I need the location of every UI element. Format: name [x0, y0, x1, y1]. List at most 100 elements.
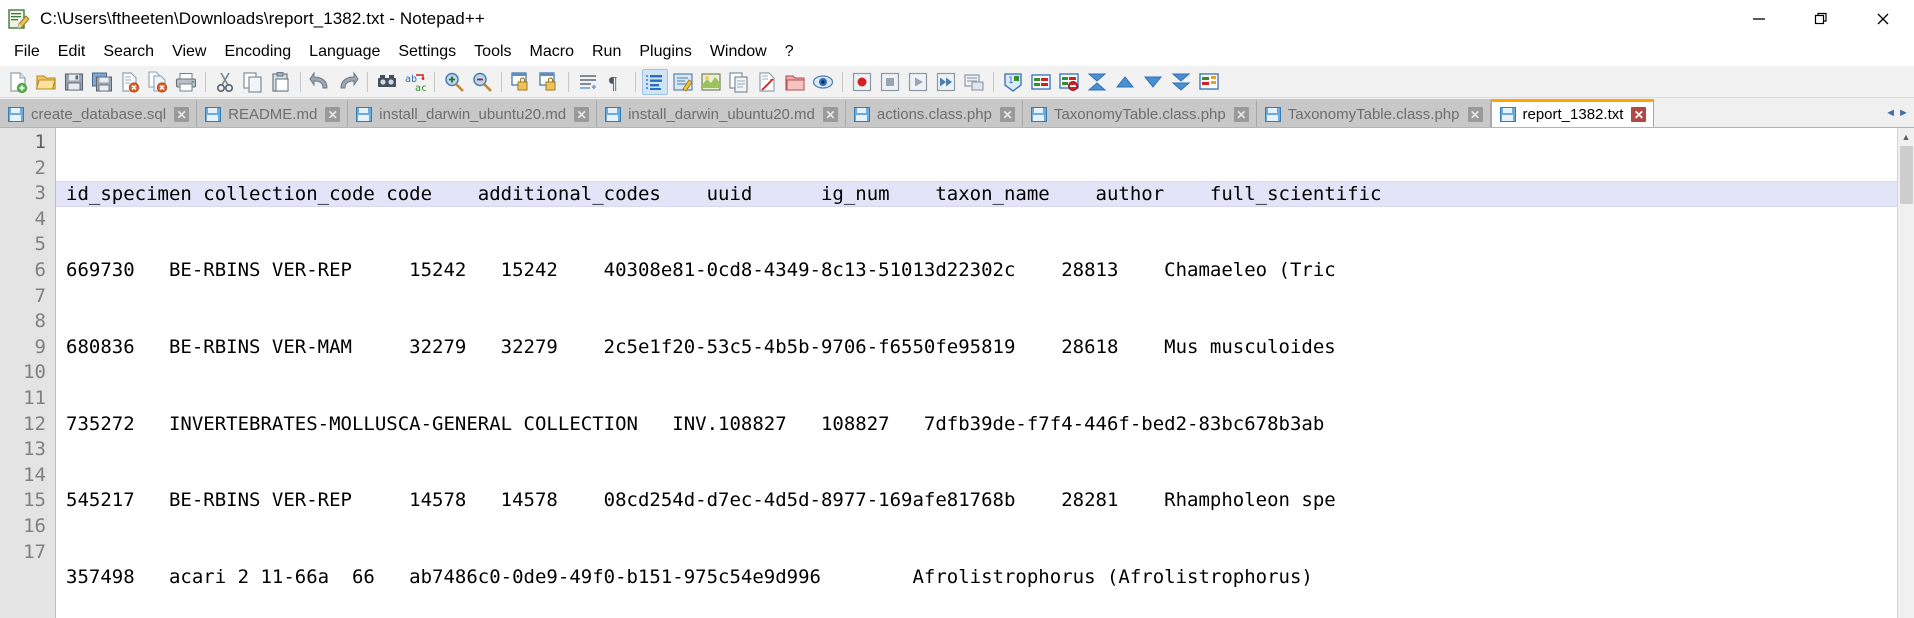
tab-scroll-right-icon[interactable]: ►: [1898, 107, 1909, 119]
tab-list: create_database.sql ✕ README.md ✕: [0, 97, 1880, 127]
toolbar-separator: [300, 72, 301, 92]
tab-close-icon[interactable]: ✕: [174, 107, 189, 122]
bookmark-clear-icon[interactable]: [1056, 69, 1082, 95]
menu-item-macro[interactable]: Macro: [521, 41, 583, 63]
restore-button[interactable]: [1790, 0, 1852, 38]
tab-actions-class-php[interactable]: actions.class.php ✕: [846, 99, 1023, 127]
document-map-icon[interactable]: [698, 69, 724, 95]
cut-icon[interactable]: [212, 69, 238, 95]
code-text-area[interactable]: id_specimen collection_code code additio…: [56, 128, 1914, 618]
zoom-in-icon[interactable]: [441, 69, 467, 95]
zoom-out-icon[interactable]: [469, 69, 495, 95]
tab-close-icon[interactable]: ✕: [1468, 107, 1483, 122]
tab-close-icon[interactable]: ✕: [823, 107, 838, 122]
tab-label: actions.class.php: [877, 106, 992, 123]
menu-item-plugins[interactable]: Plugins: [630, 41, 700, 63]
macro-save-icon[interactable]: [961, 69, 987, 95]
redo-icon[interactable]: [335, 69, 361, 95]
fold-up-icon[interactable]: [1112, 69, 1138, 95]
line-number: 4: [0, 207, 55, 233]
menu-item-help[interactable]: ?: [776, 41, 803, 63]
menu-item-run[interactable]: Run: [583, 41, 630, 63]
line-number: 11: [0, 386, 55, 412]
new-file-icon[interactable]: [5, 69, 31, 95]
monitoring-icon[interactable]: [810, 69, 836, 95]
tab-close-icon[interactable]: ✕: [325, 107, 340, 122]
editor-area: 1 2 3 4 5 6 7 8 9 10 11 12 13 14 15 16 1…: [0, 128, 1914, 618]
unfold-down-icon[interactable]: [1140, 69, 1166, 95]
tab-install-darwin-ubuntu20-md-2[interactable]: install_darwin_ubuntu20.md ✕: [597, 99, 846, 127]
tab-readme-md[interactable]: README.md ✕: [197, 99, 348, 127]
title-bar: C:\Users\ftheeten\Downloads\report_1382.…: [0, 0, 1914, 38]
vertical-scrollbar[interactable]: ▲: [1897, 128, 1914, 618]
tab-taxonomytable-class-php-2[interactable]: TaxonomyTable.class.php ✕: [1257, 99, 1491, 127]
menu-item-settings[interactable]: Settings: [389, 41, 465, 63]
undo-icon[interactable]: [307, 69, 333, 95]
tab-close-icon[interactable]: ✕: [1631, 107, 1646, 122]
menu-item-language[interactable]: Language: [300, 41, 389, 63]
macro-record-icon[interactable]: [849, 69, 875, 95]
expand-all-icon[interactable]: [1168, 69, 1194, 95]
toolbar-separator: [434, 72, 435, 92]
svg-text:¶: ¶: [609, 73, 617, 93]
show-all-characters-icon[interactable]: ¶: [603, 69, 629, 95]
close-button[interactable]: [1852, 0, 1914, 38]
save-icon[interactable]: [61, 69, 87, 95]
code-line: id_specimen collection_code code additio…: [56, 181, 1914, 207]
tab-taxonomytable-class-php-1[interactable]: TaxonomyTable.class.php ✕: [1023, 99, 1257, 127]
close-all-files-icon[interactable]: [145, 69, 171, 95]
menu-item-encoding[interactable]: Encoding: [215, 41, 300, 63]
user-defined-language-icon[interactable]: [670, 69, 696, 95]
tab-install-darwin-ubuntu20-md-1[interactable]: install_darwin_ubuntu20.md ✕: [348, 99, 597, 127]
scrollbar-thumb[interactable]: [1900, 146, 1913, 204]
find-icon[interactable]: [374, 69, 400, 95]
tab-bar: create_database.sql ✕ README.md ✕: [0, 98, 1914, 128]
macro-playback-icon[interactable]: [905, 69, 931, 95]
document-list-icon[interactable]: [754, 69, 780, 95]
tab-report-1382-txt[interactable]: report_1382.txt ✕: [1491, 99, 1655, 127]
menu-item-window[interactable]: Window: [701, 41, 776, 63]
toolbar-separator: [993, 72, 994, 92]
menu-item-view[interactable]: View: [163, 41, 215, 63]
print-icon[interactable]: [173, 69, 199, 95]
minimize-button[interactable]: [1728, 0, 1790, 38]
menu-item-edit[interactable]: Edit: [49, 41, 95, 63]
code-line: 669730 BE-RBINS VER-REP 15242 15242 4030…: [66, 258, 1914, 284]
sync-horizontal-scroll-icon[interactable]: [536, 69, 562, 95]
toolbar-separator: [842, 72, 843, 92]
collapse-all-icon[interactable]: [1084, 69, 1110, 95]
menu-item-search[interactable]: Search: [94, 41, 163, 63]
scroll-up-icon[interactable]: ▲: [1898, 128, 1914, 145]
saved-file-icon: [356, 107, 372, 122]
function-list-icon[interactable]: [726, 69, 752, 95]
macro-run-multiple-icon[interactable]: [933, 69, 959, 95]
tab-close-icon[interactable]: ✕: [574, 107, 589, 122]
close-file-icon[interactable]: [117, 69, 143, 95]
bookmark-next-icon[interactable]: [1028, 69, 1054, 95]
macro-stop-icon[interactable]: [877, 69, 903, 95]
save-all-icon[interactable]: [89, 69, 115, 95]
split-view-icon[interactable]: [1196, 69, 1222, 95]
menu-item-file[interactable]: File: [5, 41, 49, 63]
menu-item-tools[interactable]: Tools: [465, 41, 520, 63]
tab-close-icon[interactable]: ✕: [1000, 107, 1015, 122]
tab-label: report_1382.txt: [1523, 106, 1624, 123]
line-number: 7: [0, 284, 55, 310]
line-number: 8: [0, 309, 55, 335]
sync-vertical-scroll-icon[interactable]: [508, 69, 534, 95]
folder-as-workspace-icon[interactable]: [782, 69, 808, 95]
tab-create-database-sql[interactable]: create_database.sql ✕: [0, 99, 197, 127]
paste-icon[interactable]: [268, 69, 294, 95]
tab-label: TaxonomyTable.class.php: [1054, 106, 1226, 123]
tab-close-icon[interactable]: ✕: [1234, 107, 1249, 122]
indent-guide-icon[interactable]: [642, 69, 668, 95]
replace-icon[interactable]: ab ac: [402, 69, 428, 95]
tab-scroll-left-icon[interactable]: ◄: [1885, 107, 1896, 119]
copy-icon[interactable]: [240, 69, 266, 95]
word-wrap-icon[interactable]: [575, 69, 601, 95]
code-line: 735272 INVERTEBRATES-MOLLUSCA-GENERAL CO…: [66, 412, 1914, 438]
toolbar-separator: [205, 72, 206, 92]
bookmark-toggle-icon[interactable]: 1: [1000, 69, 1026, 95]
open-file-icon[interactable]: [33, 69, 59, 95]
line-number: 5: [0, 232, 55, 258]
